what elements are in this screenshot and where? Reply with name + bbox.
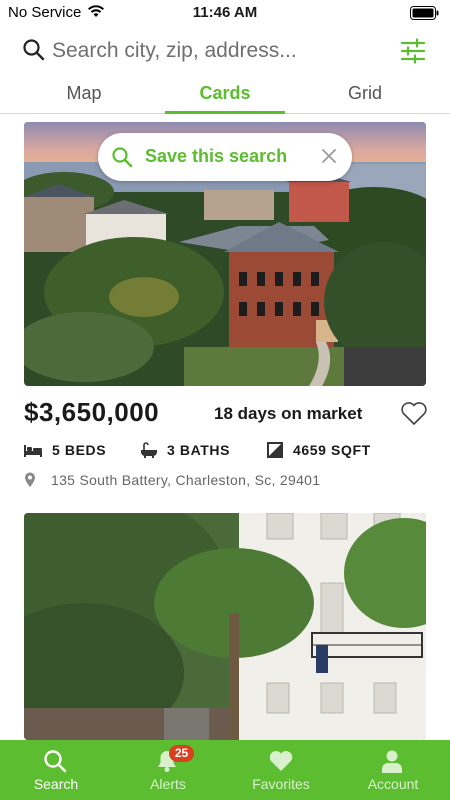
search-bar xyxy=(0,30,450,72)
nav-search[interactable]: Search xyxy=(0,740,112,800)
save-search-icon xyxy=(111,146,133,173)
close-icon[interactable] xyxy=(322,149,336,168)
tab-grid[interactable]: Grid xyxy=(305,76,425,114)
bathtub-icon xyxy=(140,442,158,463)
bed-icon xyxy=(24,442,42,463)
tab-cards[interactable]: Cards xyxy=(165,76,285,114)
nav-favorites-label: Favorites xyxy=(252,776,310,792)
view-tabs: Map Cards Grid xyxy=(0,76,450,114)
status-bar: No Service 11:46 AM xyxy=(0,0,450,26)
listing-price: $3,650,000 xyxy=(24,397,160,427)
days-on-market: 18 days on market xyxy=(214,404,363,423)
search-icon xyxy=(43,749,67,778)
bottom-nav: Search 25 Alerts Favorites Account xyxy=(0,740,450,800)
tab-map[interactable]: Map xyxy=(24,76,144,114)
nav-account[interactable]: Account xyxy=(337,740,449,800)
nav-alerts-label: Alerts xyxy=(150,776,186,792)
nav-search-label: Search xyxy=(33,776,79,792)
heart-icon xyxy=(268,749,294,778)
nav-account-label: Account xyxy=(367,776,419,792)
search-icon xyxy=(22,38,46,67)
alerts-badge: 25 xyxy=(169,745,194,762)
status-time: 11:46 AM xyxy=(192,4,258,21)
nav-alerts[interactable]: 25 Alerts xyxy=(112,740,224,800)
square-footage: 4659 SQFT xyxy=(293,442,371,458)
search-input[interactable] xyxy=(52,36,382,66)
listing-photo[interactable] xyxy=(24,513,426,740)
save-search-label: Save this search xyxy=(145,146,288,166)
battery-icon xyxy=(410,6,440,25)
listing-address: 135 South Battery, Charleston, Sc, 29401 xyxy=(51,472,321,488)
baths-count: 3 BATHS xyxy=(167,442,231,458)
favorite-heart-icon[interactable] xyxy=(400,400,428,431)
location-pin-icon xyxy=(24,472,36,493)
user-icon xyxy=(380,749,404,778)
square-footage-icon xyxy=(267,442,283,463)
save-search-pill[interactable]: Save this search xyxy=(98,133,352,181)
filter-sliders-icon[interactable] xyxy=(400,38,426,69)
beds-count: 5 BEDS xyxy=(52,442,107,458)
nav-favorites[interactable]: Favorites xyxy=(225,740,337,800)
listing-facts: 5 BEDS 3 BATHS 4659 SQFT xyxy=(24,440,426,462)
